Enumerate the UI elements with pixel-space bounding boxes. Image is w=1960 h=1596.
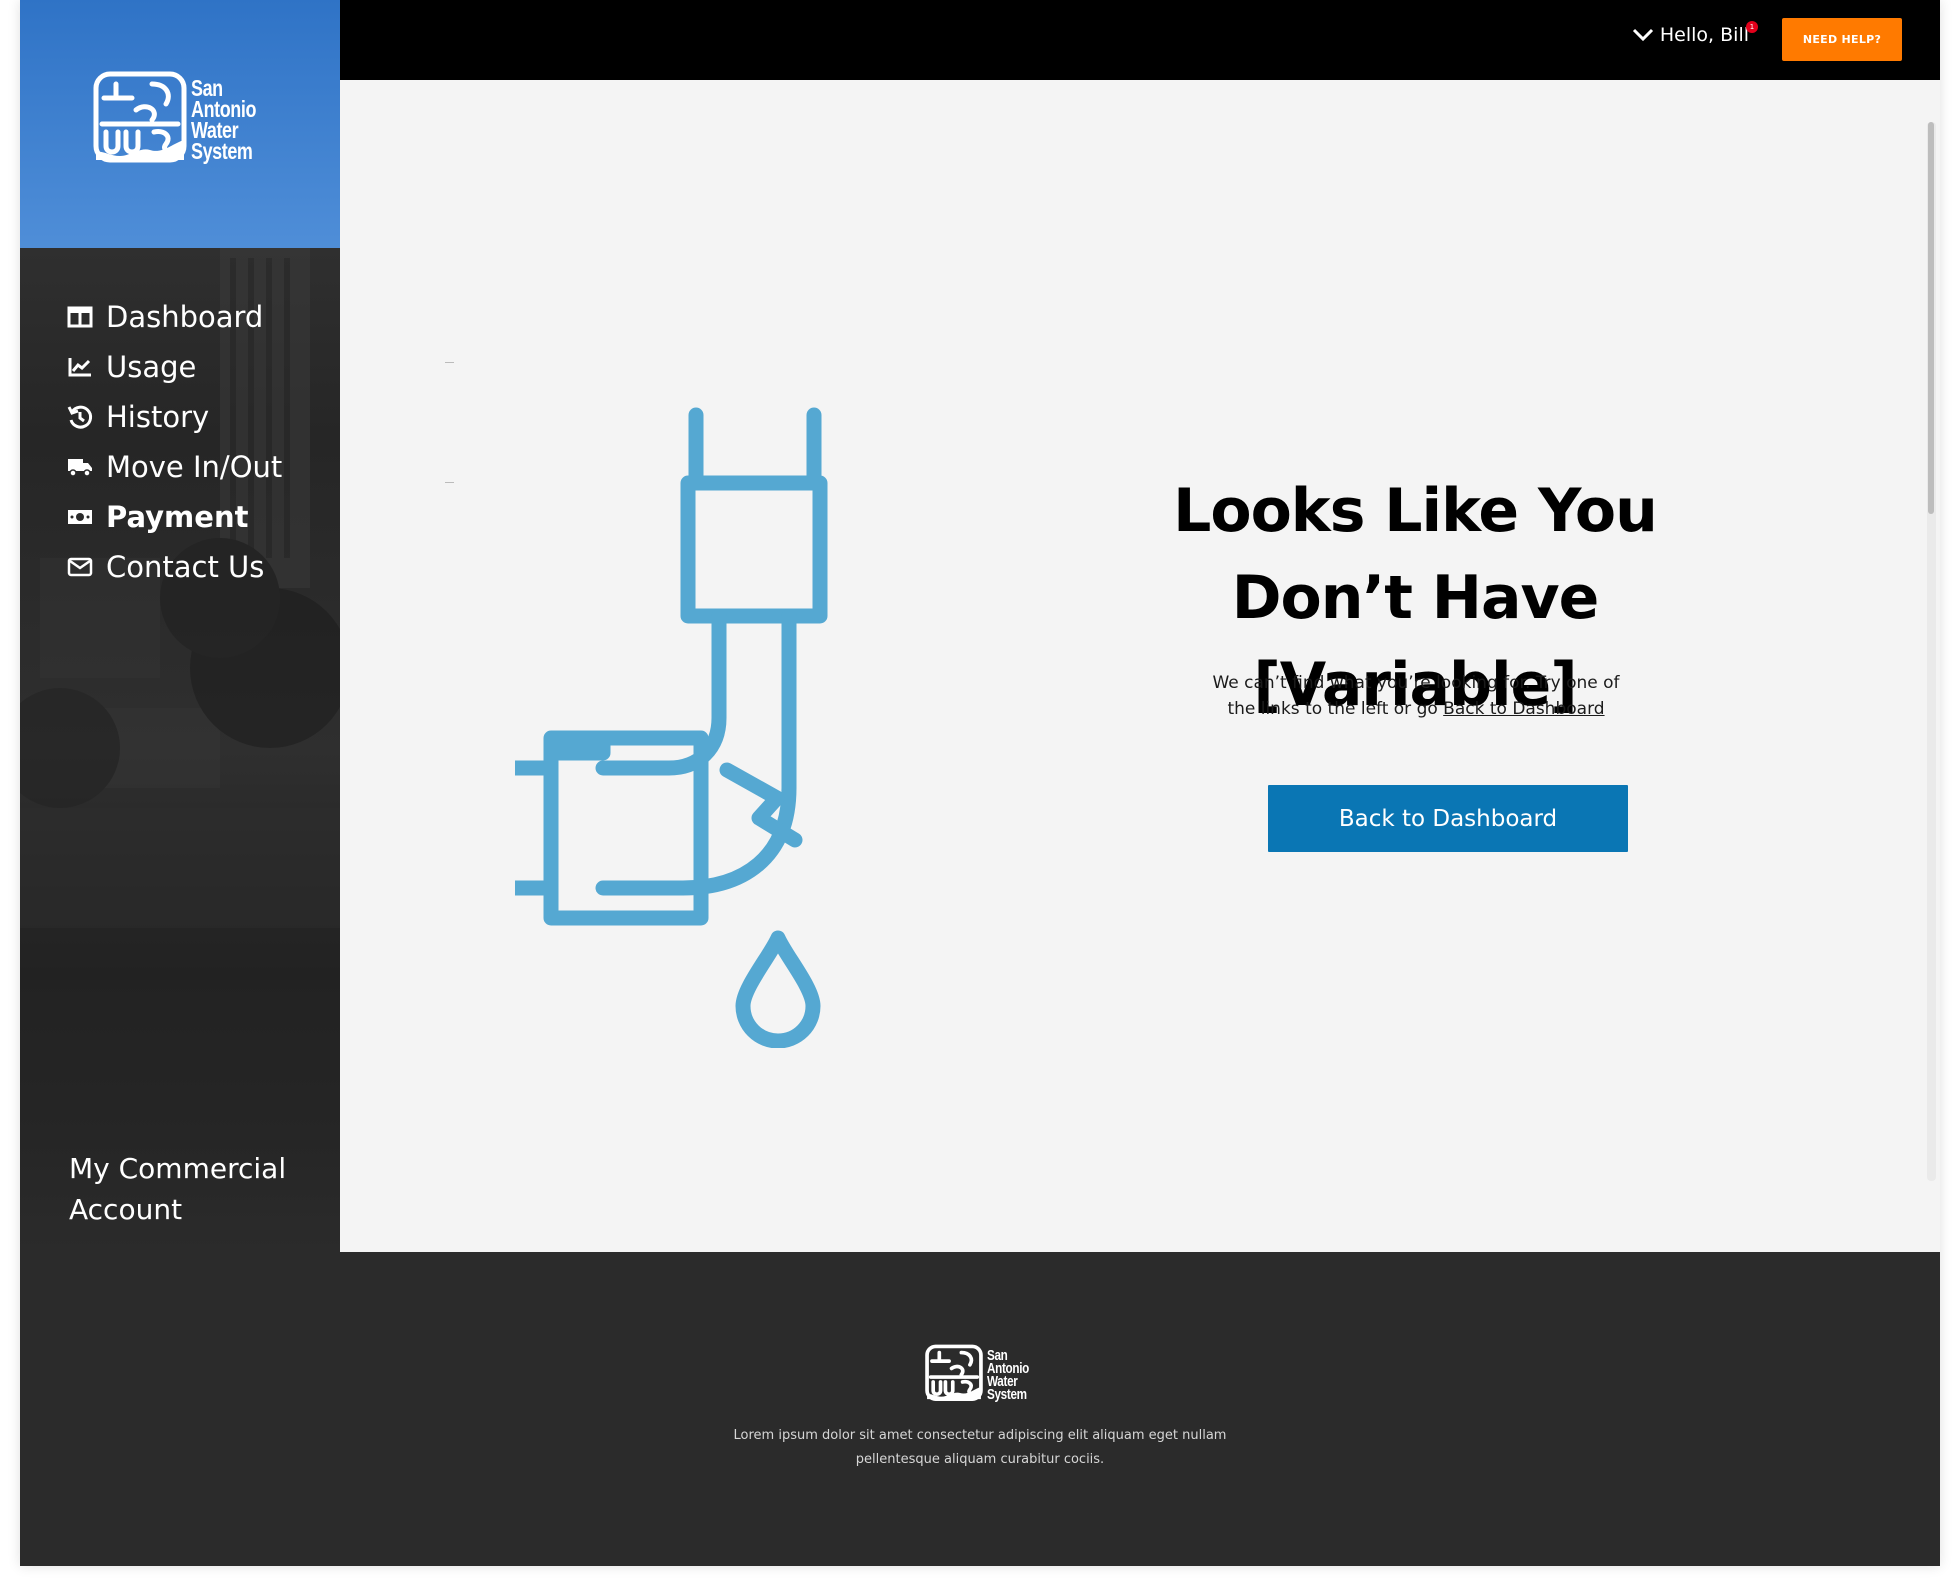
app-frame: San Antonio Water System Dashboard Usage xyxy=(20,0,1940,1566)
footer-brand-line-4: System xyxy=(987,1386,1027,1403)
notification-badge[interactable]: 1 xyxy=(1746,21,1758,33)
main-content: Looks Like You Don’t Have [Variable] We … xyxy=(340,80,1940,1252)
divider xyxy=(445,482,454,483)
sidebar-item-dashboard[interactable]: Dashboard xyxy=(66,292,282,342)
dashboard-icon xyxy=(66,303,94,331)
greeting-text: Hello, Bill xyxy=(1659,24,1749,46)
need-help-button[interactable]: NEED HELP? xyxy=(1782,18,1902,61)
truck-icon xyxy=(66,453,94,481)
broken-pipe-icon xyxy=(515,407,828,1048)
scrollbar-thumb[interactable] xyxy=(1928,122,1934,514)
user-menu[interactable]: Hello, Bill xyxy=(1632,24,1749,46)
sidebar-item-history[interactable]: History xyxy=(66,392,282,442)
footer: San Antonio Water System Lorem ipsum dol… xyxy=(20,1252,1940,1566)
sidebar-item-label: Payment xyxy=(106,500,249,534)
footer-text: Lorem ipsum dolor sit amet consectetur a… xyxy=(733,1428,1227,1467)
sidebar-item-label: History xyxy=(106,400,210,434)
history-icon xyxy=(66,403,94,431)
brand-logo-panel[interactable]: San Antonio Water System xyxy=(20,0,340,248)
top-bar: Hello, Bill 1 NEED HELP? xyxy=(340,0,1940,80)
sidebar-item-label: Move In/Out xyxy=(106,450,283,484)
saws-logo-icon[interactable] xyxy=(924,1344,984,1404)
sidebar-item-payment[interactable]: Payment xyxy=(66,492,282,542)
sidebar-item-usage[interactable]: Usage xyxy=(66,342,282,392)
chevron-down-icon xyxy=(1632,28,1653,42)
divider xyxy=(445,362,454,363)
sidebar-item-label: Dashboard xyxy=(106,300,264,334)
error-description: We can’t find what you’re looking for. T… xyxy=(1206,670,1626,722)
sidebar-item-label: Usage xyxy=(106,350,197,384)
envelope-icon xyxy=(66,553,94,581)
sidebar-item-move[interactable]: Move In/Out xyxy=(66,442,282,492)
brand-name-line-4: System xyxy=(191,138,253,164)
money-bill-icon xyxy=(66,503,94,531)
sidebar-item-contact[interactable]: Contact Us xyxy=(66,542,282,592)
sidebar-nav: Dashboard Usage History Move In/Out Paym… xyxy=(66,292,282,592)
back-to-dashboard-button[interactable]: Back to Dashboard xyxy=(1268,785,1628,852)
back-to-dashboard-link[interactable]: Back to Dashboard xyxy=(1443,699,1604,719)
chart-line-icon xyxy=(66,353,94,381)
brand-name: San Antonio Water System xyxy=(191,77,256,164)
sidebar: San Antonio Water System Dashboard Usage xyxy=(20,0,340,1252)
sidebar-item-label: Contact Us xyxy=(106,550,265,584)
footer-brand-name: San Antonio Water System xyxy=(987,1348,1029,1403)
account-switcher[interactable]: My Commercial Account xyxy=(69,1148,329,1230)
saws-logo-icon xyxy=(93,71,187,163)
